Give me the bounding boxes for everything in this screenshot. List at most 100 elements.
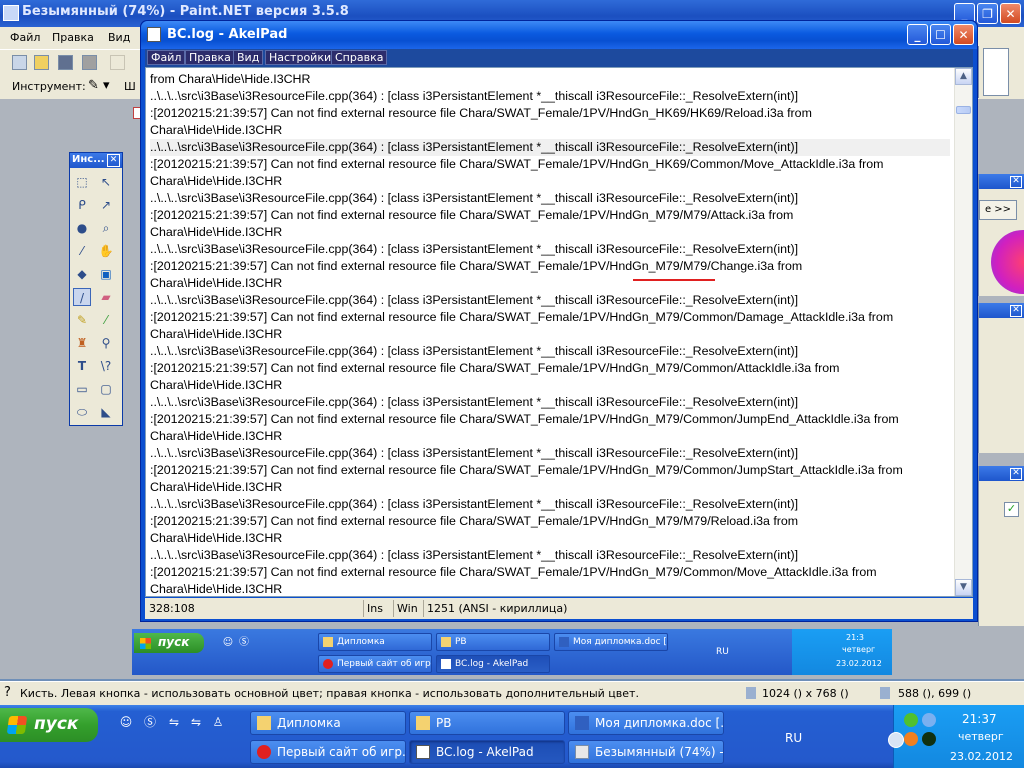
start-button[interactable]: пуск	[0, 708, 98, 742]
inner-task-diplomka[interactable]: Дипломка	[318, 633, 432, 651]
recolor-icon[interactable]: ⚲	[97, 334, 115, 352]
layer-visible-checkbox[interactable]: ✓	[1004, 502, 1019, 517]
task-diplomka[interactable]: Дипломка	[250, 711, 406, 735]
print-icon[interactable]	[82, 55, 97, 70]
language-indicator[interactable]: RU	[785, 731, 802, 745]
inner-task-akelpad[interactable]: BC.log - AkelPad	[436, 655, 550, 673]
layers-panel-header[interactable]: ✕	[979, 466, 1024, 481]
paintbrush-icon[interactable]: /	[73, 288, 91, 306]
inner-skype-icon[interactable]: Ⓢ	[236, 635, 252, 651]
inner-clock[interactable]: 21:3	[846, 633, 864, 642]
insert-mode[interactable]: Ins	[367, 602, 383, 615]
history-panel-header[interactable]: ✕	[979, 303, 1024, 318]
color-picker-icon[interactable]: ⁄	[97, 311, 115, 329]
close-button[interactable]: ✕	[1000, 3, 1021, 24]
line-ending[interactable]: Win	[397, 602, 418, 615]
log-line: ..\..\..\src\i3Base\i3ResourceFile.cpp(3…	[150, 89, 799, 103]
quicklaunch-network-icon[interactable]: ⇋	[166, 714, 182, 730]
tray-antivirus-icon[interactable]	[922, 732, 936, 746]
tray-expand-icon[interactable]	[888, 732, 904, 748]
tools-panel-header[interactable]: Инс... ✕	[70, 153, 122, 168]
inner-quicklaunch-icon[interactable]: ☺	[220, 635, 236, 651]
cursor-coordinates: 588 (), 699 ()	[898, 687, 972, 700]
text-tool-icon[interactable]: T	[73, 357, 91, 375]
inner-lang-indicator[interactable]: RU	[716, 647, 729, 657]
ellipse-select-icon[interactable]: ●	[73, 219, 91, 237]
paint-bucket-icon[interactable]: ◆	[73, 265, 91, 283]
task-rv[interactable]: РВ	[409, 711, 565, 735]
inner-task-opera[interactable]: Первый сайт об игр...	[318, 655, 432, 673]
log-line: :[20120215:21:39:57] Can not find extern…	[150, 106, 812, 120]
scroll-down-icon[interactable]: ▼	[955, 579, 972, 596]
task-paintnet[interactable]: Безымянный (74%) -...	[568, 740, 724, 764]
more-colors-button[interactable]: е >>	[979, 200, 1017, 220]
new-file-icon[interactable]	[12, 55, 27, 70]
move-selection-icon[interactable]: ↖	[97, 173, 115, 191]
akelpad-titlebar[interactable]: BC.log - AkelPad _ ☐ ✕	[141, 21, 977, 49]
rectangle-select-icon[interactable]: ⬚	[73, 173, 91, 191]
menu-edit[interactable]: Правка	[52, 31, 94, 44]
rectangle-shape-icon[interactable]: ▭	[73, 380, 91, 398]
quicklaunch-network2-icon[interactable]: ⇋	[188, 714, 204, 730]
inner-task-rv[interactable]: РВ	[436, 633, 550, 651]
menu-edit[interactable]: Правка	[185, 50, 235, 65]
line-curve-icon[interactable]: \?	[97, 357, 115, 375]
maximize-button[interactable]: ❐	[977, 3, 998, 24]
task-word-document[interactable]: Моя дипломка.doc [...	[568, 711, 724, 735]
menu-help[interactable]: Справка	[331, 50, 388, 65]
close-icon[interactable]: ✕	[1010, 305, 1022, 317]
lasso-icon[interactable]: ᑭ	[73, 196, 91, 214]
gradient-icon[interactable]: ▣	[97, 265, 115, 283]
image-thumbnail[interactable]	[983, 48, 1009, 96]
rounded-rectangle-icon[interactable]: ▢	[97, 380, 115, 398]
encoding[interactable]: 1251 (ANSI - кириллица)	[427, 602, 567, 615]
brush-tool-icon[interactable]: ✎ ▾	[88, 78, 110, 93]
zoom-icon[interactable]: ⌕	[97, 219, 115, 237]
log-line: :[20120215:21:39:57] Can not find extern…	[150, 565, 877, 579]
opera-icon	[323, 659, 333, 669]
freeform-shape-icon[interactable]: ◣	[97, 403, 115, 421]
close-icon[interactable]: ✕	[1010, 468, 1022, 480]
menu-file[interactable]: Файл	[10, 31, 40, 44]
menu-file[interactable]: Файл	[147, 50, 186, 65]
eraser-icon[interactable]: ▰	[97, 288, 115, 306]
close-icon[interactable]: ✕	[107, 154, 120, 167]
tray-network-icon[interactable]	[922, 713, 936, 727]
task-label: РВ	[455, 637, 467, 647]
cut-icon[interactable]	[110, 55, 125, 70]
maximize-button[interactable]: ☐	[930, 24, 951, 45]
inner-start-button[interactable]: пуск	[134, 633, 204, 653]
pencil-icon[interactable]: ✎	[73, 311, 91, 329]
magic-wand-icon[interactable]: ⁄	[73, 242, 91, 260]
vertical-scrollbar[interactable]: ▲ ▼	[954, 68, 972, 596]
color-wheel[interactable]	[991, 230, 1024, 294]
inner-task-word[interactable]: Моя дипломка.doc [...	[554, 633, 668, 651]
scroll-thumb[interactable]	[956, 106, 971, 114]
scroll-up-icon[interactable]: ▲	[955, 68, 972, 85]
tray-check-icon[interactable]	[904, 713, 918, 727]
text-editor[interactable]: from Chara\Hide\Hide.I3CHR ..\..\..\src\i…	[145, 67, 973, 597]
minimize-button[interactable]: _	[907, 24, 928, 45]
quicklaunch-cat-icon[interactable]: ☺	[118, 714, 134, 730]
clone-stamp-icon[interactable]: ♜	[73, 334, 91, 352]
move-icon[interactable]: ↗	[97, 196, 115, 214]
task-opera[interactable]: Первый сайт об игр...	[250, 740, 406, 764]
tray-app-icon[interactable]	[904, 732, 918, 746]
menu-view[interactable]: Вид	[233, 50, 264, 65]
pan-hand-icon[interactable]: ✋	[97, 242, 115, 260]
colors-panel-header[interactable]: ✕	[979, 174, 1024, 189]
save-icon[interactable]	[58, 55, 73, 70]
clock-time[interactable]: 21:37	[962, 712, 997, 726]
task-akelpad[interactable]: BC.log - AkelPad	[409, 740, 565, 764]
quicklaunch-user-icon[interactable]: ♙	[210, 714, 226, 730]
akelpad-window-title: BC.log - AkelPad	[167, 27, 288, 42]
open-folder-icon[interactable]	[34, 55, 49, 70]
menu-settings[interactable]: Настройки	[265, 50, 336, 65]
ellipse-shape-icon[interactable]: ⬭	[73, 403, 91, 421]
close-button[interactable]: ✕	[953, 24, 974, 45]
menu-view[interactable]: Вид	[108, 31, 130, 44]
task-label: Безымянный (74%) -...	[595, 745, 724, 759]
log-line: Chara\Hide\Hide.I3CHR	[150, 276, 283, 290]
close-icon[interactable]: ✕	[1010, 176, 1022, 188]
skype-icon[interactable]: Ⓢ	[142, 714, 158, 730]
